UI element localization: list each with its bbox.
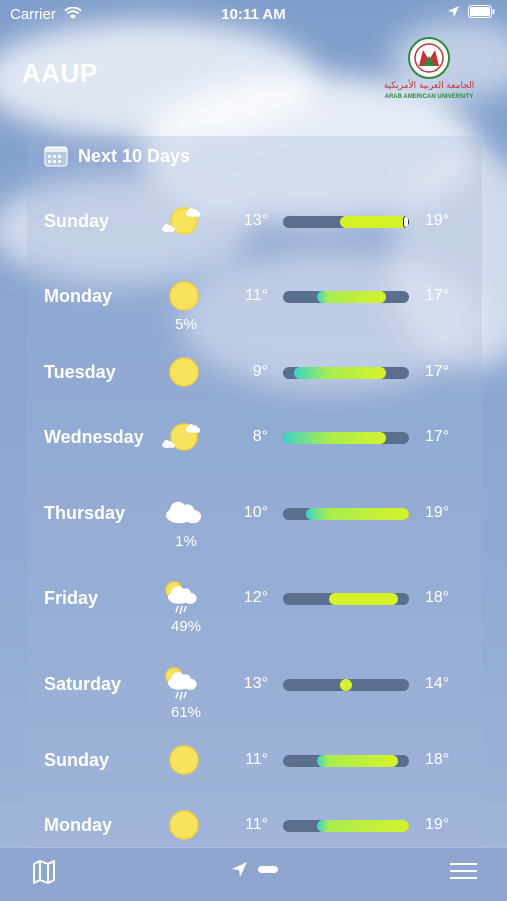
temp-range-bar [283,508,409,520]
high-temp: 14° [425,675,450,692]
sun-icon [169,357,199,387]
day-label: Sunday [44,750,110,770]
forecast-row[interactable]: Friday 49% 12° 18° [0,578,507,635]
sun-icon [169,810,199,840]
high-temp: 18° [425,589,450,606]
weather-icon [160,201,208,241]
temp-range-fill [340,216,409,228]
cloud-icon [166,501,202,524]
forecast-row[interactable]: Monday 5% 11° 17° [0,276,507,333]
day-label: Wednesday [44,427,144,447]
forecast-row[interactable]: Sunday 11° 18° [0,740,507,780]
low-temp: 11° [244,287,268,304]
status-right [447,5,495,18]
status-time: 10:11 AM [221,6,286,23]
weather-icon [160,740,208,780]
weather-icon [160,276,208,316]
temp-range-bar [283,216,409,228]
battery-icon [468,5,495,18]
low-temp: 13° [243,675,268,692]
temp-range-fill [283,432,387,444]
forecast-row[interactable]: Tuesday 9° 17° [0,352,507,392]
low-temp: 13° [243,212,268,229]
temp-range-fill [317,820,409,832]
high-temp: 19° [425,504,450,521]
svg-text:ARAB AMERICAN UNIVERSITY: ARAB AMERICAN UNIVERSITY [385,94,474,100]
temp-range-bar [283,755,409,767]
sun-cloud-rain-icon [165,581,197,615]
page-dot-icon [258,866,279,873]
high-temp: 17° [425,287,450,304]
precipitation-chance: 61% [170,704,202,721]
sun-icon [169,745,199,775]
sun-cloud-rain-icon [165,667,197,701]
temp-range-fill [317,755,398,767]
partly-cloudy-sun-icon [162,207,201,235]
high-temp: 18° [425,751,450,768]
weather-icon [160,493,208,533]
high-temp: 19° [425,816,450,833]
temp-range-fill [317,291,387,303]
forecast-row[interactable]: Thursday 1% 10° 19° [0,493,507,550]
app-title: AAUP [22,58,98,88]
temp-range-bar [283,291,409,303]
day-label: Sunday [44,211,110,231]
temp-range-bar [283,820,409,832]
temp-range-bar [283,593,409,605]
weather-icon [160,664,208,704]
day-label: Thursday [44,503,126,523]
temp-range-bar [283,367,409,379]
temp-range-fill [305,508,409,520]
sun-icon [169,281,199,311]
aau-logo: الجامعة العربية الأمريكية ARAB AMERICAN … [383,36,475,100]
temp-range-fill [340,679,352,691]
precipitation-chance: 5% [175,316,197,333]
low-temp: 9° [252,363,268,380]
forecast-row[interactable]: Monday 11° 19° [0,805,507,845]
svg-text:الجامعة العربية الأمريكية: الجامعة العربية الأمريكية [384,79,475,91]
high-temp: 19° [425,212,450,229]
university-seal-icon: الجامعة العربية الأمريكية ARAB AMERICAN … [384,37,475,100]
forecast-row[interactable]: Wednesday 8° 17° [0,417,507,457]
day-label: Saturday [44,674,122,694]
location-services-icon [448,6,459,17]
low-temp: 10° [243,504,268,521]
forecast-heading-label: Next 10 Days [78,145,191,166]
status-bar: Carrier 10:11 AM [0,0,507,28]
weather-icon [160,352,208,392]
day-label: Tuesday [44,362,116,382]
tab-bar [0,847,507,901]
low-temp: 8° [252,428,268,445]
low-temp: 12° [243,589,268,606]
location-page-indicator[interactable] [231,861,279,883]
partly-cloudy-sun-icon [162,423,201,451]
weather-icon [160,417,208,457]
low-temp: 11° [244,816,268,833]
map-icon[interactable] [33,860,55,884]
precipitation-chance: 1% [175,533,197,550]
precipitation-chance: 49% [170,618,202,635]
temp-range-fill [328,593,398,605]
menu-icon[interactable] [450,862,477,880]
weather-icon [160,805,208,845]
location-arrow-icon [232,862,247,877]
temp-range-bar [283,432,409,444]
weather-icon [160,578,208,618]
day-label: Monday [44,815,113,835]
temp-range-fill [294,367,387,379]
day-label: Friday [44,588,99,608]
current-temp-marker [403,216,409,228]
day-label: Monday [44,286,113,306]
forecast-row[interactable]: Sunday 13° 19° [0,201,507,241]
forecast-row[interactable]: Saturday 61% 13° 14° [0,664,507,721]
high-temp: 17° [425,363,450,380]
forecast-heading: Next 10 Days [44,145,190,167]
high-temp: 17° [425,428,450,445]
low-temp: 11° [244,751,268,768]
temp-range-bar [283,679,409,691]
calendar-icon [44,146,68,167]
